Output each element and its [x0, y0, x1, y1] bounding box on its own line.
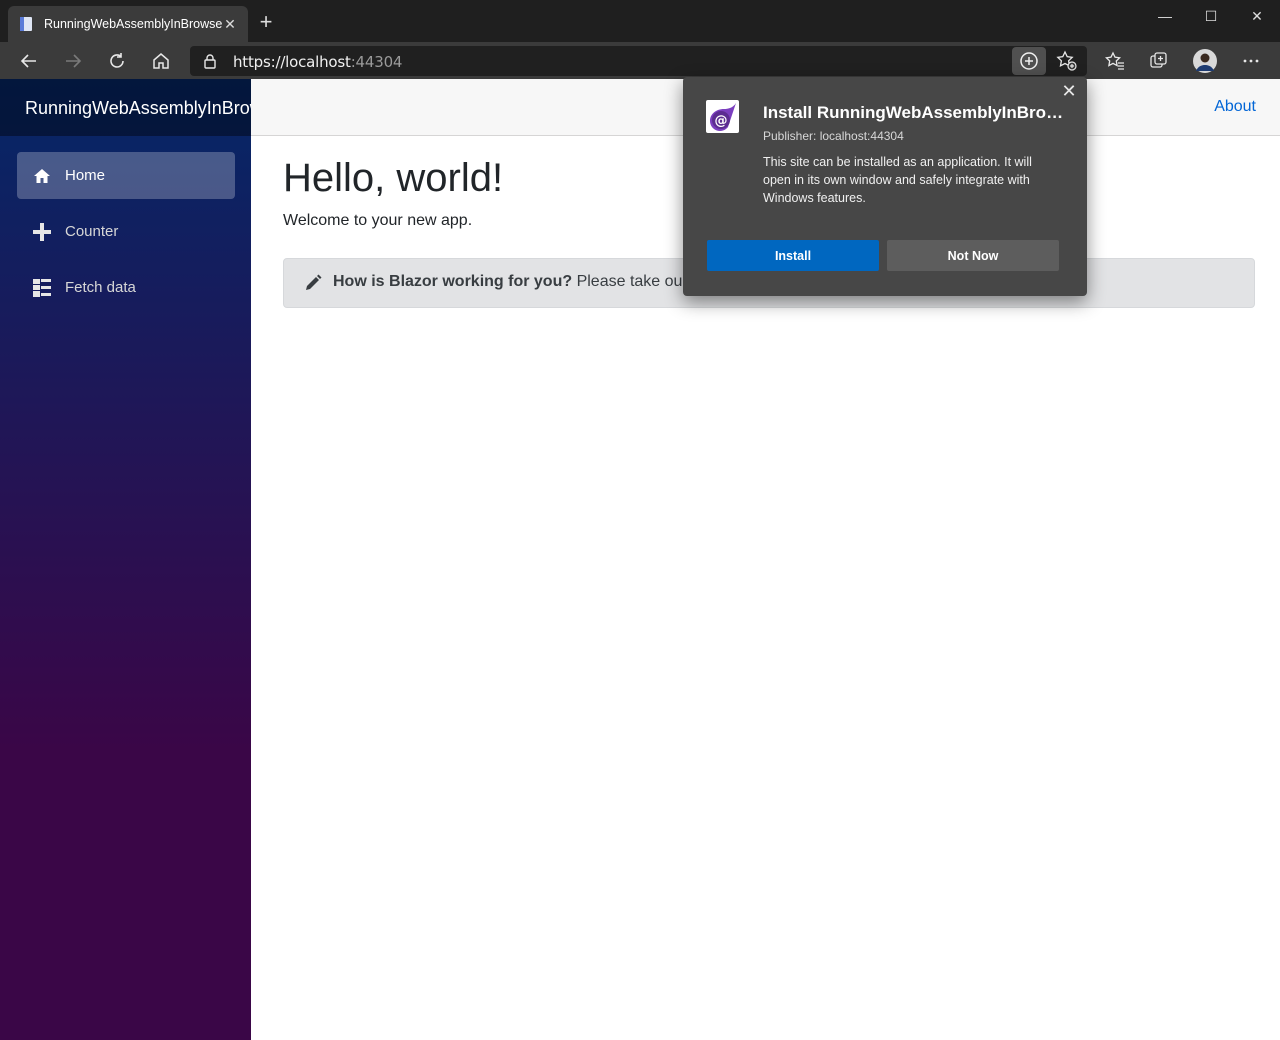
browser-titlebar: RunningWebAssemblyInBrowser ✕ + — ☐ ✕	[0, 0, 1280, 42]
page-title: Hello, world!	[283, 156, 504, 200]
refresh-icon[interactable]	[102, 46, 132, 76]
install-app-dialog: ✕ @ Install RunningWebAssemblyInBrowser …	[683, 77, 1087, 296]
browser-tab[interactable]: RunningWebAssemblyInBrowser ✕	[8, 6, 248, 42]
sidebar: RunningWebAssemblyInBrowser Home Counter…	[0, 79, 251, 1040]
app-logo-icon: @	[706, 100, 739, 133]
forward-icon[interactable]	[58, 46, 88, 76]
close-window-button[interactable]: ✕	[1234, 6, 1280, 26]
add-favorite-icon[interactable]	[1056, 50, 1078, 72]
install-button[interactable]: Install	[707, 240, 879, 271]
tab-title: RunningWebAssemblyInBrowser	[44, 17, 222, 31]
plus-icon	[33, 222, 51, 241]
brand-bar: RunningWebAssemblyInBrowser	[0, 79, 251, 136]
home-icon	[33, 167, 51, 185]
dialog-description: This site can be installed as an applica…	[763, 155, 1032, 205]
not-now-button[interactable]: Not Now	[887, 240, 1059, 271]
about-link[interactable]: About	[1214, 98, 1256, 116]
sidebar-item-home[interactable]: Home	[17, 152, 235, 199]
address-bar[interactable]: https://localhost:44304	[190, 46, 1087, 76]
sidebar-item-label: Fetch data	[65, 279, 136, 296]
minimize-button[interactable]: —	[1142, 6, 1188, 26]
svg-text:@: @	[715, 114, 728, 129]
sidebar-item-label: Counter	[65, 223, 119, 240]
url-text[interactable]: https://localhost:44304	[233, 53, 402, 71]
collections-icon[interactable]	[1144, 46, 1174, 76]
back-icon[interactable]	[14, 46, 44, 76]
maximize-button[interactable]: ☐	[1188, 6, 1234, 26]
publisher-text: Publisher: localhost:44304	[763, 129, 904, 143]
more-icon[interactable]	[1236, 46, 1266, 76]
profile-avatar[interactable]	[1190, 46, 1220, 76]
page-favicon-icon	[18, 16, 34, 32]
sidebar-item-fetch-data[interactable]: Fetch data	[17, 264, 235, 311]
lock-icon[interactable]	[202, 53, 218, 69]
new-tab-button[interactable]: +	[256, 11, 276, 33]
dialog-title: Install RunningWebAssemblyInBrowser	[763, 103, 1068, 122]
brand-link[interactable]: RunningWebAssemblyInBrowser	[25, 98, 251, 119]
home-icon[interactable]	[146, 46, 176, 76]
app-available-icon[interactable]	[1012, 47, 1046, 75]
pencil-icon	[304, 274, 322, 292]
welcome-text: Welcome to your new app.	[283, 212, 473, 229]
web-page: RunningWebAssemblyInBrowser Home Counter…	[0, 79, 1280, 1040]
url-host: https://localhost	[233, 53, 351, 71]
sidebar-item-counter[interactable]: Counter	[17, 208, 235, 255]
favorites-icon[interactable]	[1100, 46, 1130, 76]
browser-toolbar: https://localhost:44304	[0, 42, 1280, 79]
survey-question: How is Blazor working for you?	[333, 273, 573, 290]
url-port: :44304	[350, 53, 403, 71]
tab-close-icon[interactable]: ✕	[222, 16, 238, 33]
list-icon	[33, 278, 51, 297]
close-icon[interactable]: ✕	[1059, 81, 1079, 101]
sidebar-item-label: Home	[65, 167, 106, 184]
